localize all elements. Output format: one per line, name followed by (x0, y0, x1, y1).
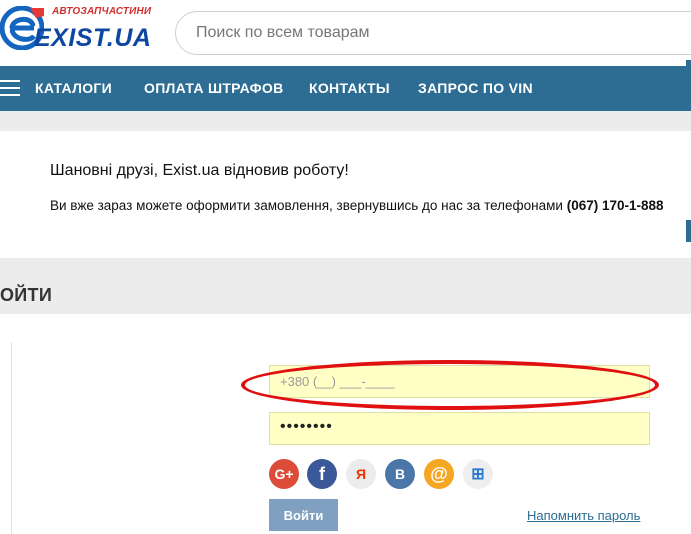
search-input[interactable]: Поиск по всем товарам (175, 11, 691, 55)
google-plus-icon[interactable]: G+ (269, 459, 299, 489)
edge-mark (686, 60, 691, 68)
facebook-icon[interactable]: f (307, 459, 337, 489)
highlight-ellipse (241, 360, 659, 410)
divider (11, 342, 12, 534)
site-header: АВТОЗАПЧАСТИНИ EXIST.UA Поиск по всем то… (0, 0, 691, 66)
main-nav: КАТАЛОГИ ОПЛАТА ШТРАФОВ КОНТАКТЫ ЗАПРОС … (0, 66, 691, 111)
logo-tagline: АВТОЗАПЧАСТИНИ (52, 6, 152, 17)
nav-item-contacts[interactable]: КОНТАКТЫ (309, 80, 390, 96)
notice-text: Ви вже зараз можете оформити замовлення,… (50, 198, 563, 213)
edge-mark (686, 220, 691, 242)
menu-icon[interactable] (0, 80, 20, 96)
windows-live-icon[interactable]: ⊞ (463, 459, 493, 489)
login-button[interactable]: Войти (269, 499, 338, 531)
nav-item-fines[interactable]: ОПЛАТА ШТРАФОВ (144, 80, 284, 96)
password-value: •••••••• (280, 418, 333, 435)
notice-box: Шановні друзі, Exist.ua відновив роботу!… (0, 131, 691, 258)
notice-title: Шановні друзі, Exist.ua відновив роботу! (50, 162, 349, 179)
vkontakte-icon[interactable]: B (385, 459, 415, 489)
nav-item-catalogs[interactable]: КАТАЛОГИ (35, 80, 112, 96)
notice-phone: (067) 170-1-888 (566, 198, 664, 213)
password-input[interactable]: •••••••• (269, 412, 650, 445)
search-placeholder: Поиск по всем товарам (196, 24, 370, 41)
logo-name: EXIST.UA (34, 24, 152, 52)
site-logo[interactable]: АВТОЗАПЧАСТИНИ EXIST.UA (0, 2, 151, 62)
nav-item-vin-request[interactable]: ЗАПРОС ПО VIN (418, 80, 533, 96)
login-header: ОЙТИ (0, 258, 691, 314)
yandex-icon[interactable]: Я (346, 459, 376, 489)
remind-password-link[interactable]: Напомнить пароль (527, 508, 640, 523)
login-title: ОЙТИ (0, 285, 53, 305)
spacer-strip (0, 111, 691, 131)
mail-icon[interactable]: @ (424, 459, 454, 489)
notice-body: Ви вже зараз можете оформити замовлення,… (50, 198, 664, 213)
